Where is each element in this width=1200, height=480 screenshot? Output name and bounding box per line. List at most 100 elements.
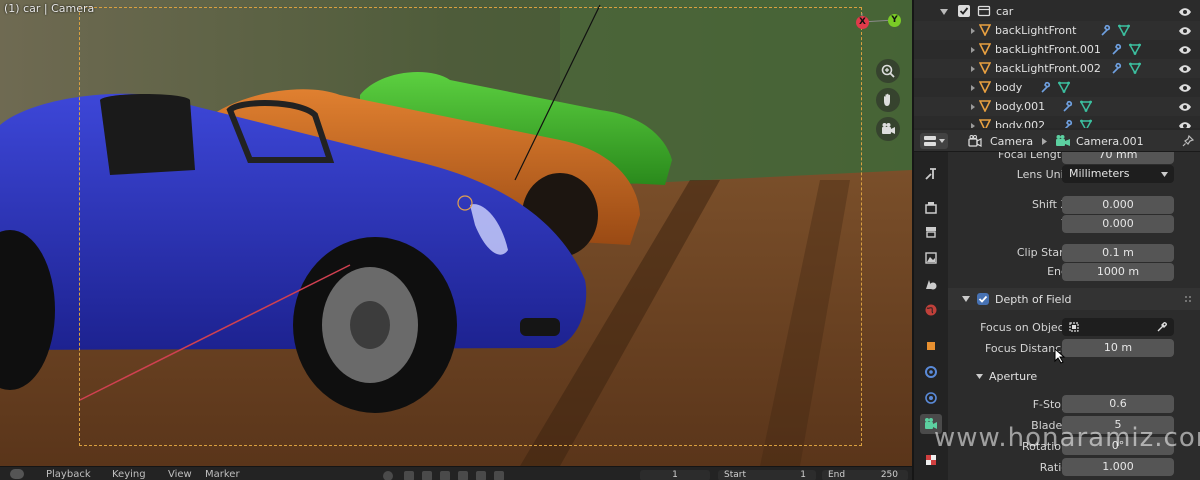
prev-keyframe-button[interactable] [422,471,432,480]
outliner-item-body[interactable]: body [914,78,1200,97]
chevron-down-icon [939,139,945,143]
focal-length-label: Focal Length [998,152,1068,161]
chevron-down-icon [1161,172,1168,177]
shift-x-field[interactable]: 0.000 [1062,196,1174,214]
timeline-header: Playback Keying View Marker 1 Start 1 End… [0,466,912,480]
3d-viewport[interactable]: (1) car | Camera X Y [0,0,912,466]
breadcrumb-data: Camera.001 [1076,135,1144,148]
right-sidebar: car backLightFront backLightFront.001 ba… [912,0,1200,480]
play-reverse-button[interactable] [440,471,450,480]
physics-icon [925,392,937,404]
outliner-item-body-001[interactable]: body.001 [914,97,1200,116]
expand-arrow-icon[interactable] [971,104,975,110]
object-box-icon [1069,322,1079,332]
editor-type-button[interactable] [920,133,948,149]
tab-output[interactable] [920,222,942,242]
eye-icon[interactable] [1178,7,1192,17]
eye-icon[interactable] [1178,102,1192,112]
view-menu[interactable]: View [168,469,192,480]
current-frame-field[interactable]: 1 [640,470,710,480]
start-frame-field[interactable]: Start 1 [718,470,816,480]
eyedropper-icon[interactable] [1156,321,1168,333]
eye-icon[interactable] [1178,64,1192,74]
playback-menu[interactable]: Playback [46,469,91,480]
outliner-item-backlightfront-001[interactable]: backLightFront.001 [914,40,1200,59]
eye-icon[interactable] [1178,121,1192,128]
hand-icon [884,93,890,106]
modifier-wrench-icon [1112,62,1122,74]
jump-end-button[interactable] [494,471,504,480]
tab-object[interactable] [920,336,942,356]
depth-of-field-checkbox[interactable] [977,293,989,305]
focus-object-field[interactable] [1062,318,1174,336]
tab-texture[interactable] [920,450,942,470]
panel-expand-icon [976,374,983,379]
world-icon [925,304,937,316]
viewport-label: (1) car | Camera [4,2,95,15]
tab-scene[interactable] [920,274,942,294]
editor-type-icon[interactable] [10,469,24,479]
pan-button[interactable] [876,88,900,112]
expand-arrow-icon[interactable] [971,28,975,34]
outliner[interactable]: car backLightFront backLightFront.001 ba… [914,0,1200,128]
outliner-item-backlightfront[interactable]: backLightFront [914,21,1200,40]
jump-start-button[interactable] [404,471,414,480]
play-button[interactable] [458,471,468,480]
mesh-object-icon [979,24,991,36]
modifier-wrench-icon [1112,43,1122,55]
clip-start-field[interactable]: 0.1 m [1062,244,1174,262]
eye-icon[interactable] [1178,26,1192,36]
mesh-data-icon [1080,119,1092,128]
tab-world[interactable] [920,300,942,320]
navigation-gizmo[interactable]: X Y [856,10,906,34]
camera-object-icon [968,135,982,147]
expand-arrow-icon[interactable] [940,8,948,16]
camera-icon [882,123,895,134]
focus-distance-field[interactable]: 10 m [1062,339,1174,357]
camera-data-icon [1056,135,1070,146]
end-frame-field[interactable]: End 250 [822,470,908,480]
expand-arrow-icon[interactable] [971,47,975,53]
eye-icon[interactable] [1178,45,1192,55]
marker-menu[interactable]: Marker [205,469,240,480]
focal-length-field[interactable]: 70 mm [1062,152,1174,164]
depth-of-field-panel-header[interactable]: Depth of Field [948,288,1200,310]
tab-render[interactable] [920,198,942,218]
outliner-item-backlightfront-002[interactable]: backLightFront.002 [914,59,1200,78]
expand-arrow-icon[interactable] [971,85,975,91]
gizmo-y-axis[interactable]: Y [888,14,901,27]
camera-view-button[interactable] [876,117,900,141]
camera-frame [79,7,862,446]
ratio-field[interactable]: 1.000 [1062,458,1174,476]
shift-y-field[interactable]: 0.000 [1062,215,1174,233]
collection-checkbox[interactable] [958,5,970,17]
scene-icon [926,280,937,290]
expand-arrow-icon[interactable] [971,123,975,128]
keying-menu[interactable]: Keying [112,469,146,480]
aperture-subpanel-header[interactable]: Aperture [948,367,1200,387]
fstop-field[interactable]: 0.6 [1062,395,1174,413]
focus-object-label: Focus on Object [980,321,1068,334]
modifier-wrench-icon [1064,119,1073,128]
mesh-data-icon [1129,43,1141,55]
expand-arrow-icon[interactable] [971,66,975,72]
gizmo-x-axis[interactable]: X [856,16,869,29]
breadcrumb-chevron-icon [1042,138,1047,145]
lens-unit-dropdown[interactable]: Millimeters [1062,165,1174,183]
next-keyframe-button[interactable] [476,471,486,480]
drag-handle-icon[interactable] [1184,295,1194,303]
pin-icon[interactable] [1182,135,1194,147]
zoom-button[interactable] [876,59,900,83]
tab-modifiers[interactable] [920,362,942,382]
object-icon [927,342,935,350]
mesh-object-icon [979,81,991,93]
outliner-item-name: backLightFront.001 [995,43,1101,56]
tab-physics[interactable] [920,388,942,408]
tab-tool[interactable] [920,164,942,184]
outliner-item-body-002[interactable]: body.002 [914,116,1200,128]
tab-view-layer[interactable] [920,248,942,268]
outliner-collection-row[interactable]: car [914,2,1200,21]
eye-icon[interactable] [1178,83,1192,93]
record-button[interactable] [383,471,393,480]
clip-end-field[interactable]: 1000 m [1062,263,1174,281]
